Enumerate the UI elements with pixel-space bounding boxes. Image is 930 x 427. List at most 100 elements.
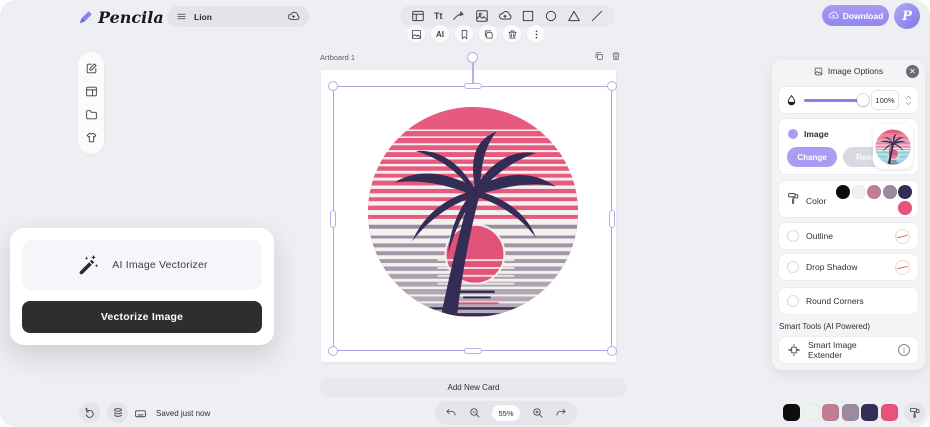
draw-tool-icon[interactable] (452, 9, 466, 23)
duplicate-button[interactable] (479, 25, 497, 43)
outline-none-indicator[interactable] (895, 229, 910, 244)
ai-icon: AI (436, 30, 444, 39)
resize-handle-s[interactable] (464, 348, 482, 354)
download-button[interactable]: Download (822, 5, 889, 26)
color-swatch[interactable] (803, 404, 820, 421)
cloud-download-icon (828, 10, 839, 21)
left-sidebar (78, 52, 104, 154)
more-options-button[interactable] (527, 25, 545, 43)
image-bullet-icon (788, 129, 798, 139)
main-toolbar: Tt (400, 5, 615, 27)
download-label: Download (843, 11, 884, 21)
zoom-out-icon[interactable] (469, 407, 481, 419)
line-tool-icon[interactable] (590, 9, 604, 23)
change-image-button[interactable]: Change (787, 147, 837, 167)
delete-artboard-icon[interactable] (611, 51, 621, 61)
apparel-icon[interactable] (85, 131, 98, 144)
undo-icon[interactable] (445, 407, 457, 419)
smart-image-extender-row[interactable]: Smart Image Extender i (778, 336, 919, 364)
save-status: Saved just now (156, 409, 210, 418)
templates-icon[interactable] (85, 85, 98, 98)
keyboard-shortcuts-button[interactable] (134, 407, 147, 420)
upload-tool-icon[interactable] (498, 9, 512, 23)
redo-icon[interactable] (555, 407, 567, 419)
bookmark-button[interactable] (455, 25, 473, 43)
opacity-stepper[interactable] (905, 95, 912, 106)
image-icon (411, 29, 422, 40)
image-options-panel: Image Options ✕ Image Change Reset (772, 60, 925, 370)
round-corners-toggle[interactable] (787, 295, 799, 307)
artboard-label[interactable]: Artboard 1 (320, 53, 355, 62)
color-swatch[interactable] (881, 404, 898, 421)
drop-shadow-row: Drop Shadow (778, 253, 919, 281)
pencil-logo-icon (78, 10, 93, 25)
rectangle-tool-icon[interactable] (521, 9, 535, 23)
triangle-tool-icon[interactable] (567, 9, 581, 23)
color-swatch[interactable] (836, 185, 850, 199)
delete-button[interactable] (503, 25, 521, 43)
edit-icon[interactable] (85, 62, 98, 75)
artboard-actions (594, 51, 621, 61)
paint-roller-button[interactable] (904, 402, 925, 423)
resize-handle-se[interactable] (607, 346, 617, 356)
color-swatch[interactable] (822, 404, 839, 421)
opacity-slider[interactable] (804, 99, 865, 102)
cloud-sync-icon[interactable] (287, 10, 300, 23)
rotation-handle[interactable] (467, 52, 478, 63)
resize-handle-e[interactable] (609, 210, 615, 228)
zoom-level[interactable]: 55% (492, 405, 520, 421)
image-button[interactable] (407, 25, 425, 43)
zoom-in-icon[interactable] (532, 407, 544, 419)
paint-roller-icon (787, 192, 800, 205)
opacity-slider-thumb[interactable] (857, 94, 869, 106)
file-name[interactable]: Lion (194, 12, 280, 22)
menu-icon[interactable] (176, 11, 187, 22)
bookmark-icon (459, 29, 470, 40)
resize-handle-w[interactable] (330, 210, 336, 228)
color-swatch[interactable] (898, 185, 912, 199)
stepper-up-icon[interactable] (905, 95, 912, 100)
round-corners-row: Round Corners (778, 287, 919, 315)
opacity-value-input[interactable] (871, 90, 899, 110)
duplicate-icon (483, 29, 494, 40)
color-swatch[interactable] (783, 404, 800, 421)
file-name-pill[interactable]: Lion (167, 6, 309, 27)
stepper-down-icon[interactable] (905, 101, 912, 106)
color-swatch[interactable] (842, 404, 859, 421)
add-new-card-button[interactable]: Add New Card (320, 378, 627, 397)
drop-shadow-none-indicator[interactable] (895, 260, 910, 275)
user-avatar[interactable]: P (894, 3, 920, 29)
layers-button[interactable] (107, 402, 128, 423)
resize-handle-nw[interactable] (328, 81, 338, 91)
resize-handle-n[interactable] (464, 83, 482, 89)
folder-icon[interactable] (85, 108, 98, 121)
image-section: Image Change Reset (778, 118, 919, 175)
panels-tool-icon[interactable] (411, 9, 425, 23)
thumbnail-art (875, 129, 911, 165)
panel-header: Image Options (772, 60, 925, 82)
outline-row: Outline (778, 222, 919, 250)
ai-button[interactable]: AI (431, 25, 449, 43)
color-swatch[interactable] (852, 185, 866, 199)
ellipse-tool-icon[interactable] (544, 9, 558, 23)
resize-handle-ne[interactable] (607, 81, 617, 91)
vectorize-image-button[interactable]: Vectorize Image (22, 301, 262, 333)
info-icon[interactable]: i (898, 344, 910, 356)
duplicate-artboard-icon[interactable] (594, 51, 604, 61)
color-swatch[interactable] (883, 185, 897, 199)
history-button[interactable] (79, 402, 100, 423)
color-swatch[interactable] (861, 404, 878, 421)
color-swatch[interactable] (898, 201, 912, 215)
close-panel-button[interactable]: ✕ (906, 65, 919, 78)
outline-toggle[interactable] (787, 230, 799, 242)
color-swatch[interactable] (867, 185, 881, 199)
color-swatch-list (832, 185, 912, 215)
resize-handle-sw[interactable] (328, 346, 338, 356)
image-tool-icon[interactable] (475, 9, 489, 23)
drop-shadow-toggle[interactable] (787, 261, 799, 273)
image-thumbnail[interactable] (873, 124, 913, 169)
text-tool-icon[interactable]: Tt (434, 11, 443, 21)
magic-wand-icon (76, 253, 100, 277)
image-small-icon (814, 67, 823, 76)
selection-box[interactable] (333, 86, 612, 351)
